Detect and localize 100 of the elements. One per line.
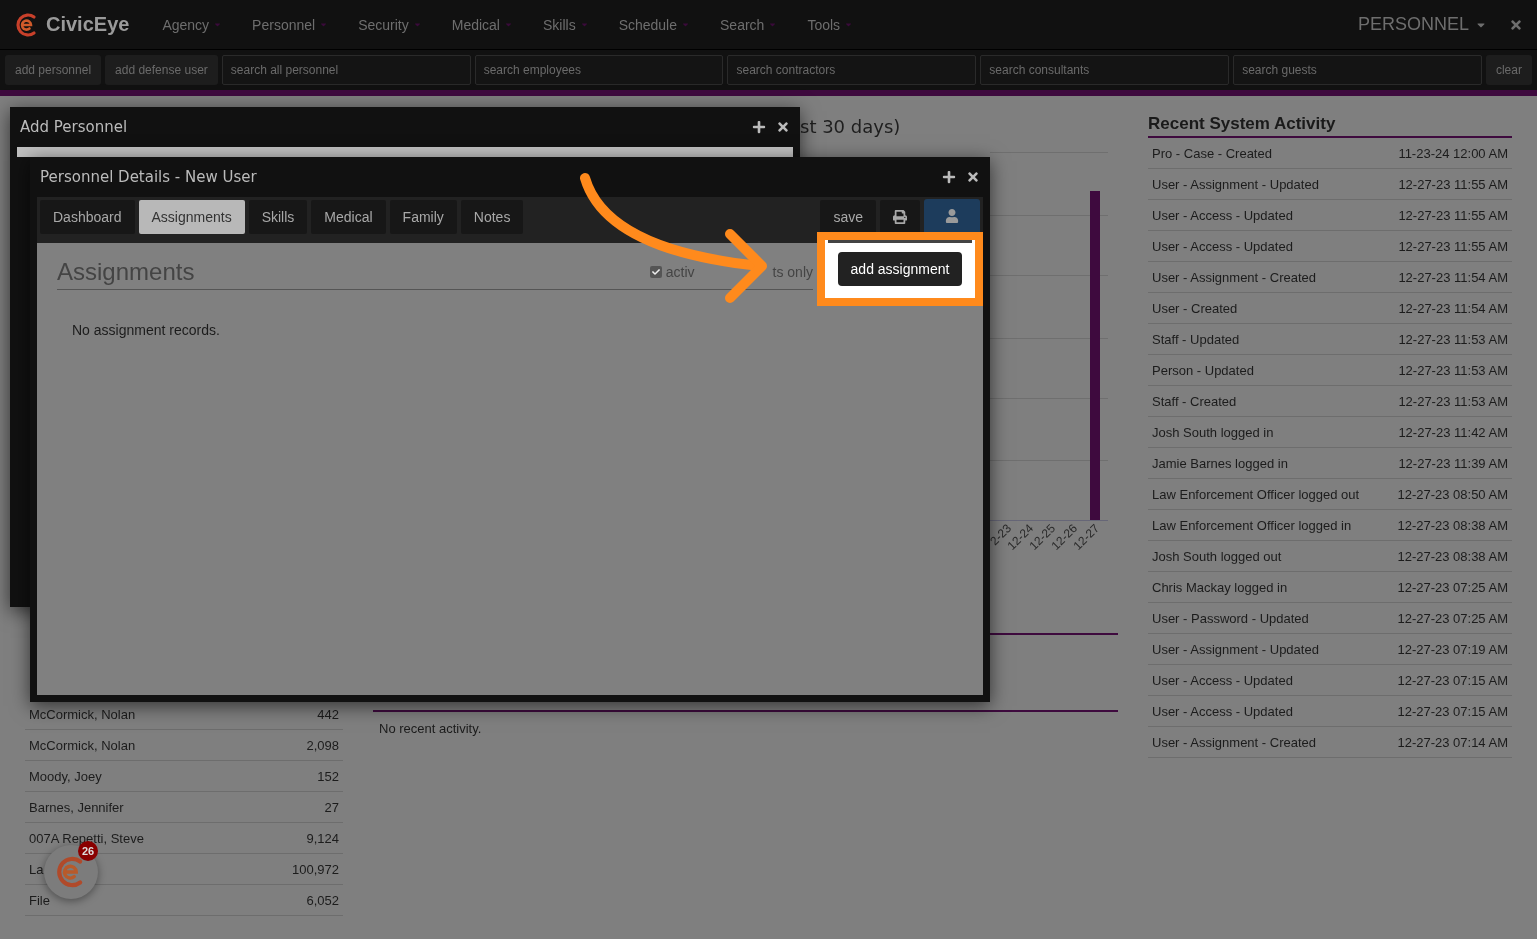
printer-icon xyxy=(893,210,907,224)
record-count: 6,052 xyxy=(306,892,339,908)
search-field[interactable]: search all personnel xyxy=(221,55,471,85)
save-button[interactable]: save xyxy=(820,200,876,234)
nav-menu-item[interactable]: Schedule xyxy=(603,16,706,33)
toolbar-button[interactable]: add personnel xyxy=(5,55,102,85)
activity-event: User - Assignment - Created xyxy=(1152,269,1316,285)
tab[interactable]: Medical xyxy=(311,200,386,234)
activity-event: User - Access - Updated xyxy=(1152,238,1293,254)
activity-event: User - Assignment - Updated xyxy=(1152,176,1319,192)
activity-time: 12-27-23 07:14 AM xyxy=(1397,734,1508,750)
nav-menu-item[interactable]: Skills xyxy=(527,16,604,33)
activity-time: 12-27-23 11:55 AM xyxy=(1398,238,1508,254)
section-dropdown[interactable]: PERSONNEL xyxy=(1357,14,1487,35)
print-button[interactable] xyxy=(880,200,920,234)
search-field[interactable]: search employees xyxy=(474,55,724,85)
tab[interactable]: Skills xyxy=(248,200,308,234)
record-count: 9,124 xyxy=(306,830,339,846)
caret-icon xyxy=(412,20,422,29)
activity-time: 12-27-23 08:50 AM xyxy=(1397,486,1508,502)
activity-time: 12-27-23 11:55 AM xyxy=(1398,207,1508,223)
tab[interactable]: Notes xyxy=(460,200,524,234)
close-icon[interactable] xyxy=(776,120,790,134)
activity-time: 12-27-23 08:38 AM xyxy=(1397,548,1508,564)
activity-event: User - Access - Updated xyxy=(1152,703,1293,719)
activity-event: Josh South logged out xyxy=(1152,548,1282,564)
add-assignment-button[interactable]: add assignment xyxy=(837,252,963,286)
caret-icon xyxy=(503,20,513,29)
activity-event: User - Password - Updated xyxy=(1152,610,1309,626)
plus-icon[interactable] xyxy=(752,120,766,134)
caret-icon xyxy=(213,20,223,29)
nav-menu-item[interactable]: Tools xyxy=(792,16,869,33)
activity-event: Staff - Updated xyxy=(1152,331,1240,347)
section-title: Recent System Activity xyxy=(1148,114,1512,138)
record-count: 100,972 xyxy=(292,861,339,877)
person-name: McCormick, Nolan xyxy=(29,706,136,722)
person-name: La xyxy=(29,861,44,877)
activity-time: 12-27-23 11:53 AM xyxy=(1398,362,1508,378)
activity-time: 12-27-23 11:39 AM xyxy=(1398,455,1508,471)
activity-time: 12-27-23 11:54 AM xyxy=(1398,300,1508,316)
empty-message: No assignment records. xyxy=(72,322,221,338)
activity-time: 12-27-23 08:38 AM xyxy=(1397,517,1508,533)
section-heading: Assignments xyxy=(57,258,195,286)
activity-time: 12-27-23 11:54 AM xyxy=(1398,269,1508,285)
plus-icon[interactable] xyxy=(942,170,956,184)
caret-icon xyxy=(579,20,589,29)
toolbar-button[interactable]: add defense user xyxy=(105,55,218,85)
tab[interactable]: Family xyxy=(389,200,457,234)
activity-time: 12-27-23 07:19 AM xyxy=(1397,641,1508,657)
activity-time: 12-27-23 11:55 AM xyxy=(1398,176,1508,192)
person-button[interactable] xyxy=(924,199,980,232)
tab[interactable]: Assignments xyxy=(138,200,245,234)
activity-time: 12-27-23 11:53 AM xyxy=(1398,331,1508,347)
activity-event: User - Assignment - Created xyxy=(1152,734,1316,750)
activity-event: Person - Updated xyxy=(1152,362,1254,378)
search-field[interactable]: search contractors xyxy=(727,55,977,85)
record-count: 152 xyxy=(317,768,339,784)
caret-icon xyxy=(768,20,778,29)
window-title: Personnel Details - New User xyxy=(40,168,257,186)
search-field[interactable]: search consultants xyxy=(980,55,1230,85)
caret-icon xyxy=(681,20,691,29)
activity-event: User - Access - Updated xyxy=(1152,672,1293,688)
nav-menu-item[interactable]: Medical xyxy=(436,16,528,33)
nav-menu-item[interactable]: Agency xyxy=(147,16,238,33)
checkbox[interactable] xyxy=(649,266,662,278)
activity-event: User - Access - Updated xyxy=(1152,207,1293,223)
close-icon[interactable] xyxy=(966,170,980,184)
person-name: File xyxy=(29,892,50,908)
checkbox-label: activ xyxy=(665,264,695,280)
activity-event: User - Assignment - Updated xyxy=(1152,641,1319,657)
activity-event: Staff - Created xyxy=(1152,393,1237,409)
activity-time: 12-27-23 07:25 AM xyxy=(1397,579,1508,595)
tab[interactable]: Dashboard xyxy=(40,200,135,234)
search-field[interactable]: search guests xyxy=(1233,55,1482,85)
person-icon xyxy=(945,208,959,223)
person-name: McCormick, Nolan xyxy=(29,737,136,753)
empty-message: No recent activity. xyxy=(379,721,483,736)
record-count: 442 xyxy=(317,706,339,722)
activity-time: 11-23-24 12:00 AM xyxy=(1398,145,1508,161)
activity-time: 12-27-23 07:25 AM xyxy=(1397,610,1508,626)
person-name: Moody, Joey xyxy=(29,768,102,784)
activity-event: User - Created xyxy=(1152,300,1238,316)
activity-event: Law Enforcement Officer logged out xyxy=(1152,486,1360,502)
nav-menu-item[interactable]: Search xyxy=(705,16,793,33)
activity-time: 12-27-23 11:53 AM xyxy=(1398,393,1508,409)
app-name: CivicEye xyxy=(46,13,130,36)
nav-menu-item[interactable]: Personnel xyxy=(237,16,344,33)
activity-event: Chris Mackay logged in xyxy=(1152,579,1288,595)
activity-event: Pro - Case - Created xyxy=(1152,145,1272,161)
checkbox-label: ts only xyxy=(772,264,813,280)
window-title: Add Personnel xyxy=(20,118,128,136)
person-name: Barnes, Jennifer xyxy=(29,799,124,815)
nav-menu-item[interactable]: Security xyxy=(343,16,437,33)
activity-time: 12-27-23 11:42 AM xyxy=(1398,424,1508,440)
clear-button[interactable]: clear xyxy=(1485,55,1532,85)
activity-event: Josh South logged in xyxy=(1152,424,1274,440)
activity-time: 12-27-23 07:15 AM xyxy=(1397,703,1508,719)
activity-time: 12-27-23 07:15 AM xyxy=(1397,672,1508,688)
chart-title: st 30 days) xyxy=(800,115,902,139)
caret-icon xyxy=(319,20,329,29)
